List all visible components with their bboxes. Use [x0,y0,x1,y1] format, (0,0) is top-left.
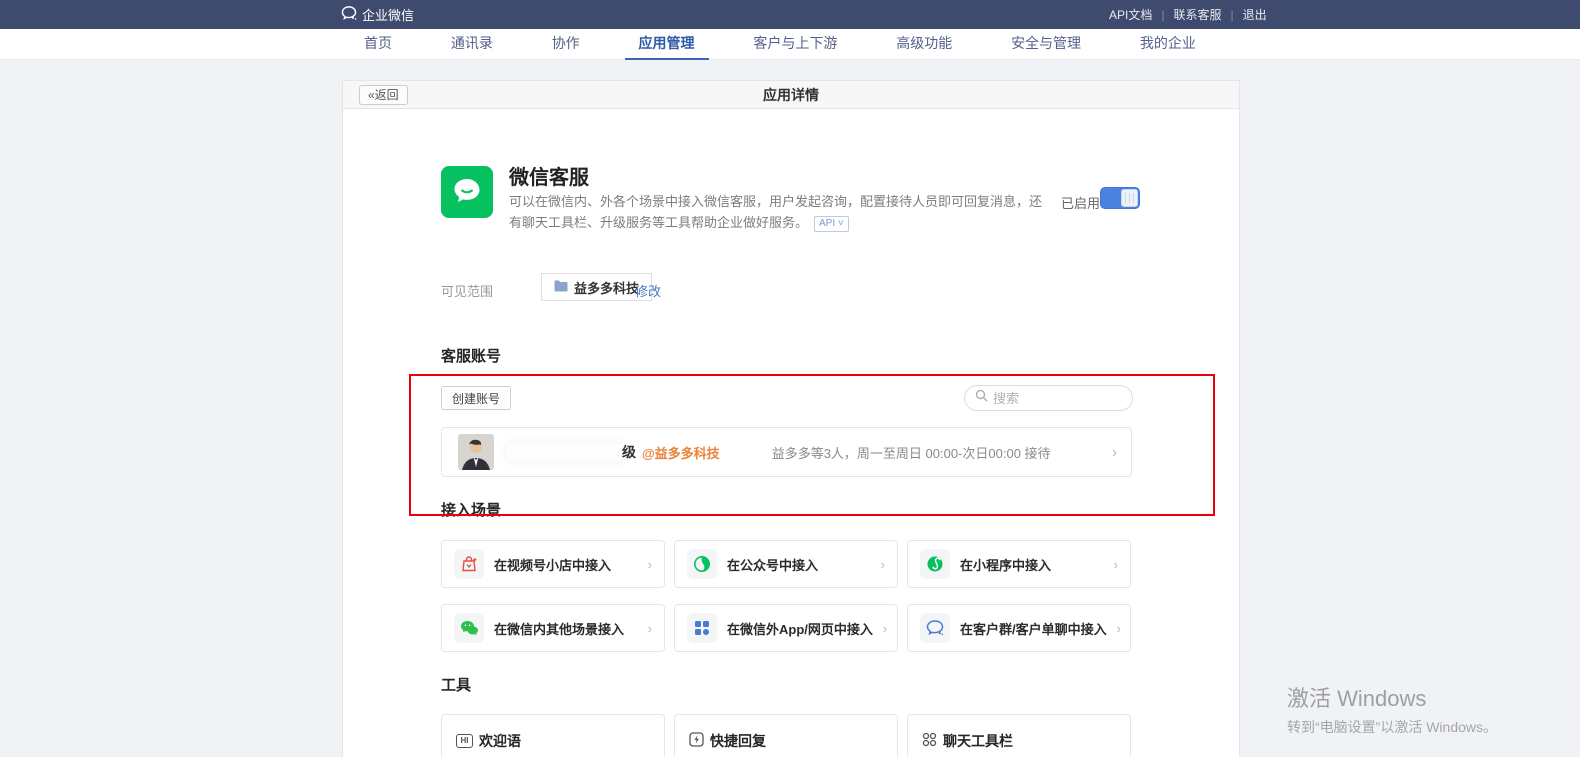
app-description: 可以在微信内、外各个场景中接入微信客服，用户发起咨询，配置接待人员即可回复消息，… [509,191,1054,233]
scene-card-mini-program[interactable]: 在小程序中接入 › [907,540,1131,588]
contact-support-link[interactable]: 联系客服 [1164,6,1230,23]
nav-home[interactable]: 首页 [350,29,406,60]
topbar: 企业微信 API文档 | 联系客服 | 退出 [0,0,1580,29]
hi-icon: HI [456,734,473,748]
avatar [458,434,494,470]
brand-name: 企业微信 [362,5,414,24]
chevron-right-icon: › [648,621,652,636]
quick-reply-icon [689,732,704,750]
video-shop-icon [454,549,484,579]
visibility-edit-link[interactable]: 修改 [635,281,661,300]
topbar-links: API文档 | 联系客服 | 退出 [1100,0,1276,29]
chevron-right-icon: › [1117,621,1121,636]
scene-card-external-app[interactable]: 在微信外App/网页中接入 › [674,604,898,652]
account-mention: @益多多科技 [642,443,720,462]
redacted-account-name [506,442,624,462]
search-icon [975,389,988,407]
scene-card-official-account[interactable]: 在公众号中接入 › [674,540,898,588]
nav-security[interactable]: 安全与管理 [997,29,1095,60]
section-heading-accounts: 客服账号 [441,345,501,366]
scene-card-label: 在视频号小店中接入 [494,555,611,574]
nav-items: 首页 通讯录 协作 应用管理 客户与上下游 高级功能 安全与管理 我的企业 [350,29,1210,60]
account-schedule: 益多多等3人，周一至周日 00:00-次日00:00 接待 [772,443,1051,462]
tool-card-welcome[interactable]: HI 欢迎语 客户进入咨询会话时，将收到欢迎语。欢迎语支持添加活动问卷等，添加后… [441,714,665,757]
search-input[interactable] [993,391,1113,406]
tool-card-chat-toolbar[interactable]: 聊天工具栏 企业可将应用页面配置到聊天工具栏，方便接待人员在客服聊天中查看和使用… [907,714,1131,757]
panel-header: «返回 应用详情 [343,81,1239,109]
brand-logo[interactable]: 企业微信 [341,0,414,29]
nav-customers[interactable]: 客户与上下游 [739,29,851,60]
official-account-icon [687,549,717,579]
scene-card-label: 在小程序中接入 [960,555,1051,574]
nav-app-management[interactable]: 应用管理 [625,29,709,60]
scene-card-label: 在微信内其他场景接入 [494,619,624,638]
chevron-right-icon: › [883,621,887,636]
scene-card-wechat-other[interactable]: 在微信内其他场景接入 › [441,604,665,652]
nav-contacts[interactable]: 通讯录 [437,29,507,60]
watermark-subtitle: 转到“电脑设置”以激活 Windows。 [1287,717,1497,737]
chevron-right-icon: › [1112,444,1117,461]
scene-card-customer-chat[interactable]: 在客户群/客户单聊中接入 › [907,604,1131,652]
chevron-right-icon: › [881,557,885,572]
section-heading-tools: 工具 [441,674,471,695]
scene-card-label: 在客户群/客户单聊中接入 [960,619,1107,638]
customer-chat-icon [920,613,950,643]
app-detail-panel: «返回 应用详情 微信客服 可以在微信内、外各个场景中接入微信客服，用户发起咨询… [342,80,1240,757]
page: 企业微信 API文档 | 联系客服 | 退出 首页 通讯录 协作 应用管理 客户… [0,0,1580,757]
chat-bubble-icon [341,6,357,23]
visibility-label: 可见范围 [441,281,493,300]
account-name-tail: 级 [622,442,636,462]
tool-card-title: 欢迎语 [479,731,521,751]
page-title: 应用详情 [343,81,1239,109]
scene-card-label: 在微信外App/网页中接入 [727,619,873,638]
tool-card-quick-reply[interactable]: 快捷回复 企业可为接待人员统一配置快捷回复，接待人员还可自己添加，添加后，接待人… [674,714,898,757]
app-description-text: 可以在微信内、外各个场景中接入微信客服，用户发起咨询，配置接待人员即可回复消息，… [509,194,1042,230]
api-docs-link[interactable]: API文档 [1100,6,1161,23]
wechat-icon [454,613,484,643]
scene-card-grid: 在视频号小店中接入 › 在公众号中接入 › 在小程序中接入 › [441,540,1132,652]
scene-card-video-shop[interactable]: 在视频号小店中接入 › [441,540,665,588]
tool-card-title: 快捷回复 [710,731,766,751]
toggle-handle [1121,189,1138,207]
visibility-scope-name: 益多多科技 [574,278,639,297]
create-account-button[interactable]: 创建账号 [441,386,511,410]
chevron-right-icon: › [1114,557,1118,572]
folder-icon [554,280,568,295]
windows-activation-watermark: 激活 Windows 转到“电脑设置”以激活 Windows。 [1287,681,1497,737]
app-grid-icon [687,613,717,643]
tool-card-title: 聊天工具栏 [943,731,1013,751]
account-search[interactable] [964,385,1133,411]
mini-program-icon [920,549,950,579]
watermark-title: 激活 Windows [1287,681,1497,713]
scene-card-label: 在公众号中接入 [727,555,818,574]
wechat-customer-service-app-icon [441,166,493,218]
api-tag[interactable]: API ˅ [814,216,849,232]
nav-collaboration[interactable]: 协作 [538,29,594,60]
app-name: 微信客服 [509,161,589,190]
nav-advanced[interactable]: 高级功能 [882,29,966,60]
section-heading-scenes: 接入场景 [441,499,501,520]
chat-toolbar-icon [922,732,937,750]
panel-body: 微信客服 可以在微信内、外各个场景中接入微信客服，用户发起咨询，配置接待人员即可… [343,109,1239,757]
enable-toggle[interactable] [1100,187,1140,209]
tool-card-grid: HI 欢迎语 客户进入咨询会话时，将收到欢迎语。欢迎语支持添加活动问卷等，添加后… [441,714,1132,757]
main-nav: 首页 通讯录 协作 应用管理 客户与上下游 高级功能 安全与管理 我的企业 [0,29,1580,60]
logout-link[interactable]: 退出 [1234,6,1276,23]
status-label: 已启用 [1061,193,1100,212]
nav-my-company[interactable]: 我的企业 [1126,29,1210,60]
chevron-right-icon: › [648,557,652,572]
service-account-row[interactable]: 级 @益多多科技 益多多等3人，周一至周日 00:00-次日00:00 接待 › [441,427,1132,477]
